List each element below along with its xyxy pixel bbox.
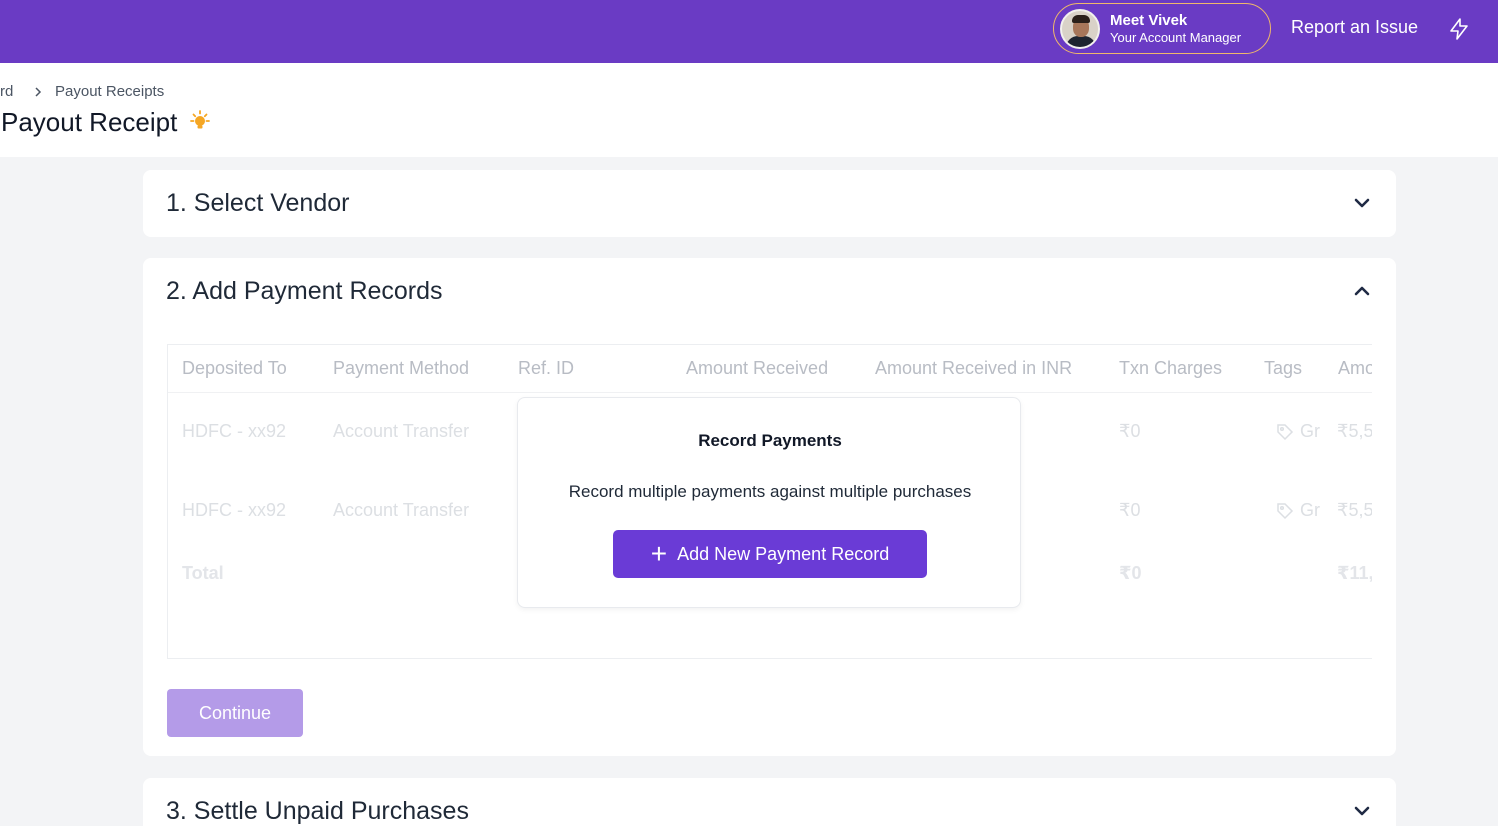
cell-amount: ₹5,5 <box>1337 421 1372 441</box>
lightning-icon[interactable] <box>1447 17 1471 41</box>
total-txn: ₹0 <box>1119 563 1142 583</box>
manager-avatar <box>1060 8 1100 49</box>
total-label: Total <box>182 563 224 583</box>
prompt-description: Record multiple payments against multipl… <box>568 482 972 501</box>
column-header: Payment Method <box>333 358 470 378</box>
cell-txn: ₹0 <box>1119 500 1141 520</box>
record-payments-prompt: Record Payments Record multiple payments… <box>517 397 1021 608</box>
section-title-vendor: 1. Select Vendor <box>166 189 350 217</box>
cell-amount: ₹5,5 <box>1337 500 1372 520</box>
column-header: Amount Received <box>686 358 829 378</box>
manager-name: Meet Vivek <box>1110 11 1188 29</box>
cell-tag: Gr <box>1300 421 1320 441</box>
prompt-title: Record Payments <box>698 431 842 450</box>
cell-txn: ₹0 <box>1119 421 1141 441</box>
chevron-down-icon[interactable] <box>1351 800 1373 822</box>
column-header: Tags <box>1264 358 1303 378</box>
total-amount: ₹11,( <box>1337 563 1372 583</box>
add-payment-label: Add New Payment Record <box>677 543 890 564</box>
breadcrumb-payout-receipts[interactable]: Payout Receipts <box>55 83 164 100</box>
chevron-up-icon[interactable] <box>1351 280 1373 302</box>
plus-icon: + <box>650 538 668 569</box>
add-new-payment-record-button[interactable]: + Add New Payment Record <box>613 530 927 578</box>
cell-deposited: HDFC - xx92 <box>182 500 287 520</box>
page-header: rd Payout Receipts Payout Receipt <box>0 63 1498 157</box>
cell-deposited: HDFC - xx92 <box>182 421 287 441</box>
chevron-right-icon <box>35 87 42 97</box>
column-header: Amount Received in INR <box>875 358 1073 378</box>
account-manager-card[interactable]: Meet Vivek Your Account Manager <box>1053 3 1271 54</box>
select-vendor-section[interactable]: 1. Select Vendor <box>143 170 1396 237</box>
section-title-payments: 2. Add Payment Records <box>166 277 443 305</box>
column-header: Amo <box>1338 358 1372 378</box>
cell-method: Account Transfer <box>333 421 470 441</box>
cell-method: Account Transfer <box>333 500 470 520</box>
lightbulb-icon[interactable] <box>187 109 213 135</box>
column-header: Ref. ID <box>518 358 575 378</box>
chevron-down-icon[interactable] <box>1351 192 1373 214</box>
manager-role: Your Account Manager <box>1110 29 1242 45</box>
header-divider <box>168 392 1372 393</box>
tag-icon <box>1277 503 1294 520</box>
column-header: Deposited To <box>182 358 287 378</box>
settle-unpaid-purchases-section[interactable]: 3. Settle Unpaid Purchases <box>143 778 1396 826</box>
page-title: Payout Receipt <box>1 107 178 137</box>
section-title-settle: 3. Settle Unpaid Purchases <box>166 797 469 825</box>
cell-tag: Gr <box>1300 500 1320 520</box>
top-bar: Meet Vivek Your Account Manager Report a… <box>0 0 1498 63</box>
breadcrumb-dashboard[interactable]: rd <box>0 83 13 100</box>
tag-icon <box>1277 424 1294 441</box>
continue-button[interactable]: Continue <box>167 689 303 737</box>
report-issue-link[interactable]: Report an Issue <box>1291 17 1418 38</box>
column-header: Txn Charges <box>1119 358 1223 378</box>
